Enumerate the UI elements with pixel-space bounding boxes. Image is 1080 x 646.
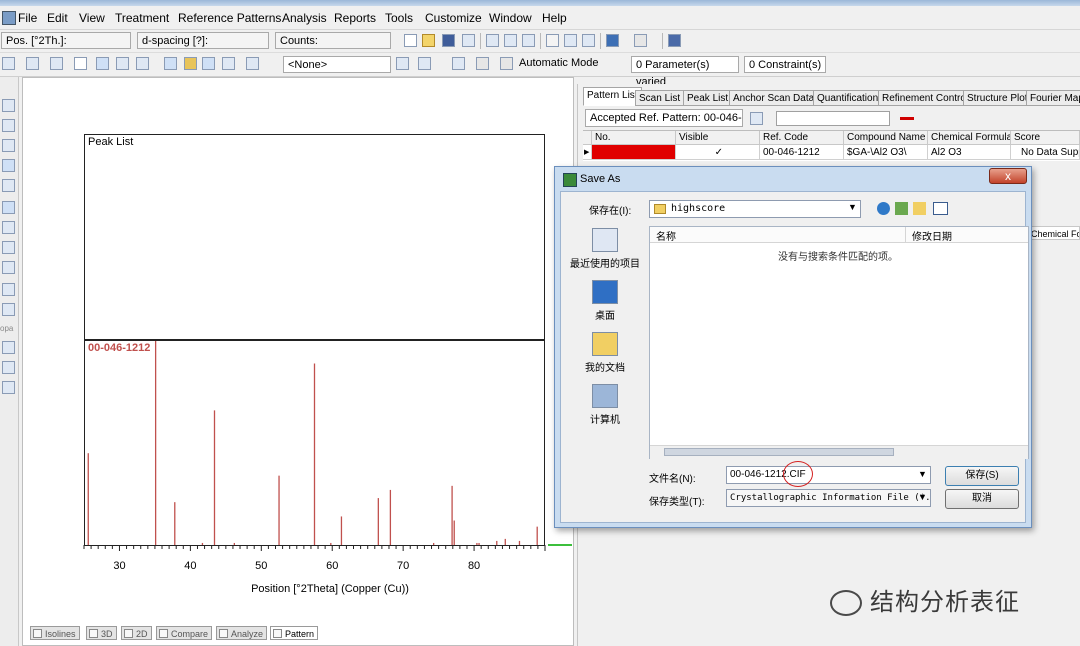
new-folder-icon[interactable] xyxy=(913,202,926,215)
tab-peak-list[interactable]: Peak List xyxy=(683,90,733,106)
save-in-label: 保存在(I): xyxy=(589,206,632,217)
cancel-button[interactable]: 取消 xyxy=(945,489,1019,509)
x-tick-label: 30 xyxy=(113,560,126,572)
table-cell[interactable]: Al2 O3 xyxy=(928,145,1011,160)
tab-refinement-control[interactable]: Refinement Control xyxy=(878,90,973,106)
row-header xyxy=(583,131,592,145)
row-pointer-icon: ▶ xyxy=(583,145,592,160)
x-axis-label: Position [°2Theta] (Copper (Cu)) xyxy=(251,583,409,595)
filename-label: 文件名(N): xyxy=(649,474,696,485)
tab-isolines[interactable]: Isolines xyxy=(30,626,80,640)
folder-icon xyxy=(654,204,666,214)
tab-3d[interactable]: 3D xyxy=(86,626,117,640)
dialog-app-icon xyxy=(563,173,577,187)
tab-structure-plot[interactable]: Structure Plot xyxy=(963,90,1032,106)
annotation-circle xyxy=(783,461,813,487)
transparency-slider[interactable] xyxy=(776,111,890,126)
column-date[interactable]: 修改日期 xyxy=(912,228,952,243)
back-icon[interactable] xyxy=(877,202,890,215)
second-table-header: Chemical Formu xyxy=(1030,226,1080,240)
table-cell[interactable]: $GA-\Al2 O3\ xyxy=(844,145,928,160)
tab-2d[interactable]: 2D xyxy=(121,626,152,640)
chevron-down-icon: ▼ xyxy=(918,492,927,502)
tab-analyze[interactable]: Analyze xyxy=(216,626,268,640)
save-as-dialog: Save As x 保存在(I): highscore ▼ 最近使用的项目 桌面… xyxy=(554,166,1032,528)
tab-scan-list[interactable]: Scan List xyxy=(635,90,685,106)
dialog-title-bar: Save As x xyxy=(555,167,1031,191)
tab-pattern[interactable]: Pattern xyxy=(270,626,319,640)
accepted-pattern-field[interactable]: Accepted Ref. Pattern: 00-046-1 xyxy=(585,109,743,141)
column-header[interactable]: Compound Name xyxy=(844,131,928,145)
save-in-select[interactable]: highscore ▼ xyxy=(649,200,861,218)
column-header[interactable]: Chemical Formula xyxy=(928,131,1011,145)
horizontal-scrollbar[interactable] xyxy=(650,445,1028,459)
up-folder-icon[interactable] xyxy=(895,202,908,215)
folder-name: highscore xyxy=(671,203,726,214)
line-color-icon[interactable] xyxy=(900,117,914,120)
visible-checkbox[interactable]: ✓ xyxy=(676,145,760,160)
x-tick-label: 70 xyxy=(397,560,410,572)
chevron-down-icon: ▼ xyxy=(918,469,927,479)
wechat-icon xyxy=(830,590,862,616)
filetype-select[interactable]: Crystallographic Information File (*. xyxy=(726,489,931,507)
dialog-title: Save As xyxy=(580,173,621,185)
table-cell[interactable] xyxy=(592,145,676,160)
column-header[interactable]: Score xyxy=(1011,131,1080,145)
scrollbar-thumb[interactable] xyxy=(664,448,894,456)
tab-anchor-scan-data[interactable]: Anchor Scan Data xyxy=(729,90,819,106)
column-header[interactable]: No. xyxy=(592,131,676,145)
tab-compare[interactable]: Compare xyxy=(156,626,213,640)
column-header[interactable]: Ref. Code xyxy=(760,131,844,145)
view-menu-icon[interactable] xyxy=(933,202,948,215)
filetype-label: 保存类型(T): xyxy=(649,497,705,508)
place-desktop[interactable]: 桌面 xyxy=(565,280,645,322)
tab-fourier-map[interactable]: Fourier Map xyxy=(1026,90,1080,106)
column-name[interactable]: 名称 xyxy=(656,228,676,243)
x-tick-label: 60 xyxy=(326,560,339,572)
column-header[interactable]: Visible xyxy=(676,131,760,145)
dialog-body: 保存在(I): highscore ▼ 最近使用的项目 桌面 我的文档 计算机 … xyxy=(560,191,1029,523)
filename-input[interactable]: 00-046-1212.CIF xyxy=(726,466,931,484)
table-cell[interactable]: No Data Supplied xyxy=(1011,145,1080,160)
chevron-down-icon: ▼ xyxy=(848,202,857,212)
empty-message: 没有与搜索条件匹配的项。 xyxy=(778,252,898,263)
pattern-list-table: No. Visible Ref. Code Compound Name Chem… xyxy=(583,130,1080,161)
x-tick-label: 40 xyxy=(184,560,197,572)
x-tick-label: 50 xyxy=(255,560,268,572)
sort-icon[interactable] xyxy=(750,112,763,125)
place-recent[interactable]: 最近使用的项目 xyxy=(565,228,645,270)
file-list-header xyxy=(650,227,1028,243)
tab-pattern-list[interactable]: Pattern List xyxy=(583,87,642,106)
watermark: 结构分析表征 xyxy=(830,582,1020,617)
save-button[interactable]: 保存(S) xyxy=(945,466,1019,486)
x-tick-label: 80 xyxy=(467,560,481,572)
file-list[interactable]: 名称 修改日期 没有与搜索条件匹配的项。 xyxy=(649,226,1029,459)
column-divider xyxy=(905,227,906,242)
table-cell[interactable]: 00-046-1212 xyxy=(760,145,844,160)
tab-quantification[interactable]: Quantification xyxy=(813,90,883,106)
close-button[interactable]: x xyxy=(989,168,1027,184)
place-computer[interactable]: 计算机 xyxy=(565,384,645,426)
place-documents[interactable]: 我的文档 xyxy=(565,332,645,374)
